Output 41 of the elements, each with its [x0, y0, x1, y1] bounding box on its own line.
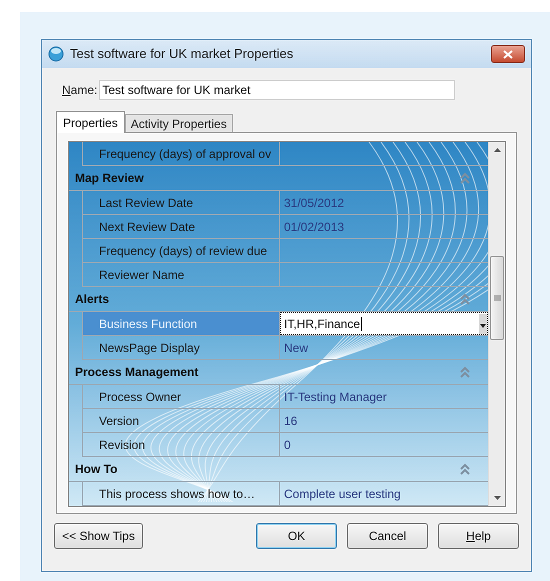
property-value: New — [283, 340, 310, 356]
dialog-button[interactable]: Cancel — [347, 523, 428, 549]
section-header: Map Review — [75, 170, 145, 187]
window-title: Test software for UK market Properties — [70, 45, 294, 64]
property-label[interactable]: Revision — [82, 433, 280, 456]
property-label[interactable]: Frequency (days) of review due — [82, 239, 280, 262]
collapse-icon[interactable] — [460, 293, 470, 305]
property-label[interactable]: Last Review Date — [82, 191, 280, 214]
close-button[interactable] — [491, 45, 525, 63]
app-icon — [48, 46, 64, 62]
property-value: 31/05/2012 — [283, 194, 346, 212]
property-label[interactable]: Process Owner — [82, 385, 280, 408]
collapse-icon[interactable] — [460, 172, 470, 184]
tab[interactable]: Properties — [56, 111, 125, 133]
property-value: 16 — [283, 412, 298, 430]
grip-icon — [494, 295, 501, 301]
property-label[interactable]: NewsPage Display — [82, 336, 280, 359]
name-field[interactable]: Test software for UK market — [99, 80, 456, 100]
dialog-button[interactable]: Help — [438, 523, 519, 549]
section-header: Alerts — [75, 291, 110, 308]
property-value: 0 — [283, 436, 292, 454]
close-icon — [503, 50, 513, 58]
property-value: 01/02/2013 — [283, 218, 346, 236]
property-label[interactable]: Next Review Date — [82, 215, 280, 238]
name-label: Name: — [62, 82, 98, 99]
show-tips-button[interactable]: << Show Tips — [54, 523, 143, 549]
section-header: How To — [75, 461, 118, 478]
property-label[interactable]: Frequency (days) of approval ov — [82, 142, 280, 165]
collapse-icon[interactable] — [460, 463, 470, 475]
property-label[interactable]: This process shows how to… — [82, 482, 280, 505]
dialog-button[interactable]: OK — [256, 523, 337, 549]
property-value: Complete user testing — [283, 486, 402, 502]
property-label[interactable]: Reviewer Name — [82, 263, 280, 286]
tab[interactable]: Activity Properties — [124, 114, 233, 133]
collapse-icon[interactable] — [460, 366, 470, 378]
value-combo-field[interactable]: IT,HR,Finance — [280, 312, 488, 335]
scrollbar-thumb[interactable] — [490, 256, 504, 340]
section-header: Process Management — [75, 364, 200, 381]
scrollbar[interactable] — [488, 142, 505, 506]
property-label[interactable]: Version — [82, 409, 280, 432]
property-value: IT-Testing Manager — [283, 388, 388, 406]
